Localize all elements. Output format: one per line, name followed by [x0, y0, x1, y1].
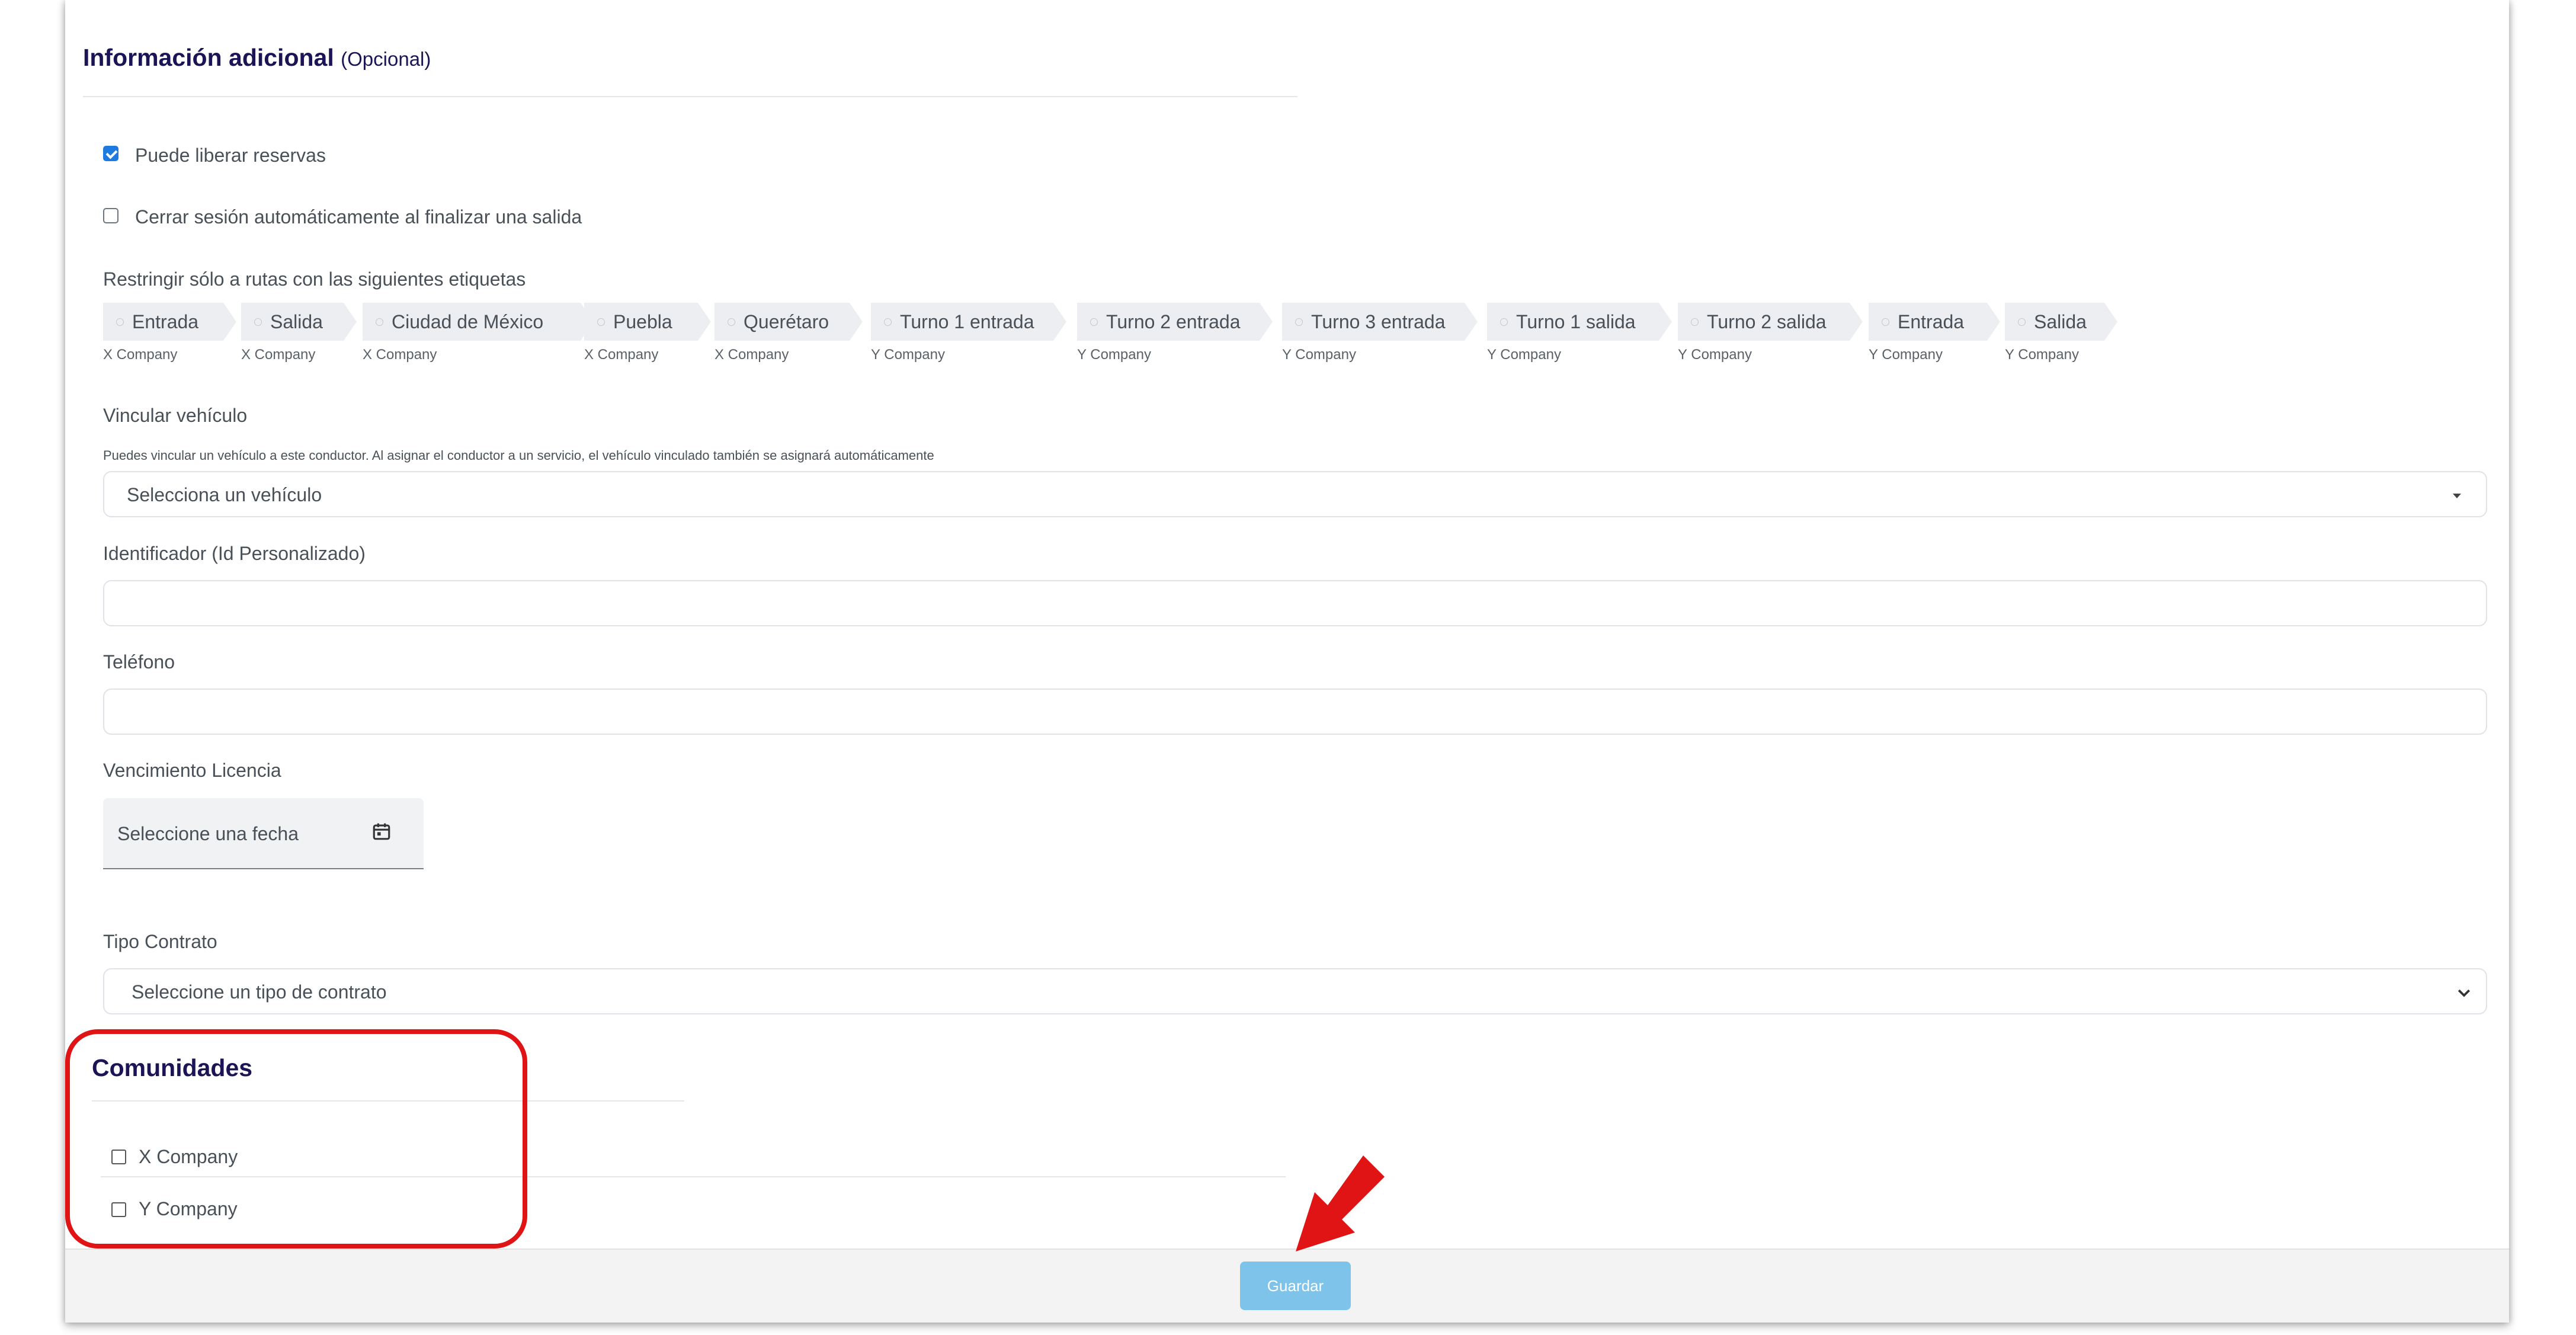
- license-date-placeholder: Seleccione una fecha: [117, 823, 299, 844]
- radio-dot-icon: [376, 318, 383, 326]
- route-tag[interactable]: Ciudad de México X Company: [363, 303, 594, 363]
- tag-company: Y Company: [1678, 347, 1752, 363]
- release-reservations-checkbox[interactable]: [103, 146, 118, 161]
- section-title-text: Información adicional: [83, 44, 334, 71]
- radio-dot-icon: [254, 318, 262, 326]
- tag-label: Turno 2 salida: [1707, 310, 1827, 332]
- section-optional-label: (Opcional): [341, 48, 431, 70]
- tag-company: Y Company: [1282, 347, 1356, 363]
- route-tag[interactable]: Turno 2 salida Y Company: [1678, 303, 1863, 363]
- vehicle-label: Vincular vehículo: [103, 405, 248, 426]
- chevron-down-icon: [2458, 989, 2471, 997]
- license-date-input[interactable]: Seleccione una fecha: [103, 798, 424, 869]
- release-reservations-label: Puede liberar reservas: [135, 145, 326, 166]
- red-arrow-annotation-icon: [1296, 1155, 1385, 1251]
- auto-logout-checkbox[interactable]: [103, 208, 118, 223]
- tag-company: Y Company: [1869, 347, 1943, 363]
- section-title: Información adicional (Opcional): [83, 44, 431, 72]
- route-tag[interactable]: Turno 1 entrada Y Company: [871, 303, 1066, 363]
- radio-dot-icon: [728, 318, 735, 326]
- radio-dot-icon: [1882, 318, 1889, 326]
- caret-down-icon: [2453, 494, 2461, 498]
- radio-dot-icon: [116, 318, 124, 326]
- phone-label: Teléfono: [103, 651, 175, 673]
- radio-dot-icon: [1090, 318, 1098, 326]
- restrict-tags-label: Restringir sólo a rutas con las siguient…: [103, 268, 526, 290]
- tag-label: Turno 1 salida: [1516, 310, 1636, 332]
- tag-label: Salida: [270, 310, 323, 332]
- radio-dot-icon: [1500, 318, 1508, 326]
- radio-dot-icon: [1691, 318, 1699, 326]
- tag-label: Querétaro: [744, 310, 829, 332]
- tag-label: Turno 1 entrada: [900, 310, 1034, 332]
- tag-company: X Company: [241, 347, 316, 363]
- route-tag[interactable]: Entrada Y Company: [1869, 303, 2000, 363]
- route-tag[interactable]: Querétaro X Company: [715, 303, 863, 363]
- tag-label: Entrada: [132, 310, 199, 332]
- route-tag[interactable]: Turno 2 entrada Y Company: [1077, 303, 1273, 363]
- tag-company: Y Company: [1077, 347, 1151, 363]
- tag-company: X Company: [363, 347, 437, 363]
- route-tag[interactable]: Turno 1 salida Y Company: [1487, 303, 1672, 363]
- highlight-annotation: [65, 1029, 527, 1248]
- tag-label: Turno 3 entrada: [1311, 310, 1446, 332]
- tag-label: Ciudad de México: [392, 310, 544, 332]
- license-label: Vencimiento Licencia: [103, 760, 281, 781]
- route-tag[interactable]: Entrada X Company: [103, 303, 236, 363]
- radio-dot-icon: [2018, 318, 2026, 326]
- calendar-icon[interactable]: [371, 821, 392, 842]
- vehicle-help-text: Puedes vincular un vehículo a este condu…: [103, 448, 934, 463]
- tag-company: Y Company: [1487, 347, 1561, 363]
- identifier-input[interactable]: [103, 580, 2487, 626]
- tag-company: X Company: [584, 347, 659, 363]
- tag-company: Y Company: [871, 347, 945, 363]
- identifier-label: Identificador (Id Personalizado): [103, 543, 366, 564]
- tag-company: Y Company: [2005, 347, 2079, 363]
- tag-company: X Company: [715, 347, 789, 363]
- route-tag[interactable]: Puebla X Company: [584, 303, 711, 363]
- auto-logout-label: Cerrar sesión automáticamente al finaliz…: [135, 206, 582, 228]
- vehicle-select[interactable]: Selecciona un vehículo: [103, 471, 2487, 517]
- contract-select-value: Seleccione un tipo de contrato: [132, 981, 387, 1003]
- tag-label: Turno 2 entrada: [1106, 310, 1241, 332]
- route-tag[interactable]: Turno 3 entrada Y Company: [1282, 303, 1478, 363]
- contract-label: Tipo Contrato: [103, 931, 217, 952]
- route-tag[interactable]: Salida X Company: [241, 303, 357, 363]
- vehicle-select-value: Selecciona un vehículo: [127, 484, 322, 505]
- tag-label: Puebla: [613, 310, 672, 332]
- radio-dot-icon: [1295, 318, 1303, 326]
- tag-label: Entrada: [1898, 310, 1965, 332]
- tag-label: Salida: [2034, 310, 2087, 332]
- save-button[interactable]: Guardar: [1240, 1262, 1351, 1310]
- radio-dot-icon: [597, 318, 605, 326]
- form-footer: Guardar: [65, 1248, 2509, 1323]
- phone-input[interactable]: [103, 689, 2487, 735]
- tag-company: X Company: [103, 347, 178, 363]
- radio-dot-icon: [884, 318, 892, 326]
- section-divider: [83, 96, 1297, 97]
- route-tag[interactable]: Salida Y Company: [2005, 303, 2117, 363]
- contract-select[interactable]: Seleccione un tipo de contrato: [103, 968, 2487, 1014]
